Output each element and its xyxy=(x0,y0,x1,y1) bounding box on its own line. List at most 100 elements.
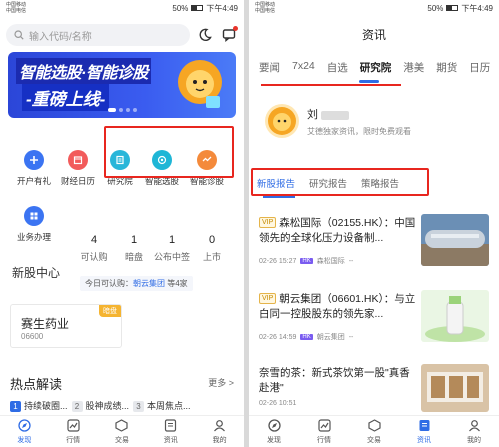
tab-watchlist[interactable]: 自选 xyxy=(321,60,354,75)
news-meta: 02-26 15:27 HK 森松国际 -- xyxy=(259,256,353,266)
carrier-label: 中国电信 xyxy=(6,8,27,14)
lion-avatar-icon xyxy=(268,107,296,135)
news-date: 02-26 15:27 xyxy=(259,257,297,265)
market-badge: HK xyxy=(300,258,313,264)
quotes-icon xyxy=(66,419,80,433)
battery-icon xyxy=(446,5,459,11)
ipo-center[interactable]: 新股中心 4 可认购 1 暗盘 1 公布中签 0 上市 今日可认购：朝云集团 等… xyxy=(0,228,244,300)
news-date: 02-26 14:59 xyxy=(259,333,297,341)
tab-calendar[interactable]: 日历 xyxy=(463,60,496,75)
today-link[interactable]: 朝云集团 xyxy=(133,279,165,288)
related-stock[interactable]: 森松国际 xyxy=(317,256,345,266)
category-tabs: 要闻 7x24 自选 研究院 港美 期货 日历 xyxy=(253,60,499,75)
ipo-stat-grey-market[interactable]: 1 暗盘 xyxy=(114,234,154,263)
status-bar: 中国移动 中国电信 50% 下午4:49 xyxy=(249,0,499,16)
bottom-tab-bar: 发现 行情 交易 资讯 我的 xyxy=(0,415,244,447)
lion-mascot-icon xyxy=(178,60,222,108)
tab-headlines[interactable]: 要闻 xyxy=(253,60,286,75)
tab-profile[interactable]: 我的 xyxy=(195,416,244,447)
search-placeholder: 输入代码/名称 xyxy=(29,31,92,43)
theme-toggle-button[interactable] xyxy=(196,26,214,44)
tab-quotes[interactable]: 行情 xyxy=(49,416,98,447)
stat-value: 1 xyxy=(130,234,138,246)
trade-icon xyxy=(367,419,381,433)
stat-label: 公布中签 xyxy=(153,252,190,262)
discover-icon xyxy=(17,419,31,433)
banner-pager xyxy=(108,108,137,112)
stock-card[interactable]: 赛生药业 06600 暗盘 xyxy=(10,304,122,348)
grid-item-label: 财经日历 xyxy=(60,176,95,186)
pager-dot xyxy=(126,108,130,112)
grid-item-finance-calendar[interactable]: 财经日历 xyxy=(54,150,102,187)
news-meta: 02-26 10:51 xyxy=(259,400,296,407)
tab-trade[interactable]: 交易 xyxy=(98,416,147,447)
tab-hk-us[interactable]: 港美 xyxy=(397,60,430,75)
battery-percent: 50% xyxy=(427,3,444,13)
tab-trade[interactable]: 交易 xyxy=(349,416,399,447)
stat-label: 暗盘 xyxy=(124,252,143,262)
hot-topic-text: 股神成绩... xyxy=(85,401,130,411)
news-headline: VIP 朝云集团（06601.HK）：与立白同一控股股东的领先家... xyxy=(259,292,417,322)
ipo-today-notice[interactable]: 今日可认购：朝云集团 等4家 xyxy=(80,276,193,291)
news-item[interactable]: VIP 森松国际（02155.HK）：中国领先的全球化压力设备制... 02-26… xyxy=(249,214,499,284)
ipo-stat-listing[interactable]: 0 上市 xyxy=(192,234,232,263)
banner-subheadline: -重磅上线- xyxy=(22,84,110,111)
tab-discover[interactable]: 发现 xyxy=(249,416,299,447)
headline-text: 奈雪的茶：新式茶饮第一股"真香赴港" xyxy=(259,367,410,394)
related-stock[interactable]: 朝云集团 xyxy=(317,332,345,342)
market-badge: HK xyxy=(300,334,313,340)
tab-label: 交易 xyxy=(114,436,129,444)
news-date: 02-26 10:51 xyxy=(259,400,297,407)
messages-button[interactable] xyxy=(220,26,238,44)
hot-topic-item[interactable]: 1 持续破圈... xyxy=(10,399,68,412)
hot-topics-title: 热点解读 xyxy=(10,377,63,392)
search-row: 输入代码/名称 xyxy=(6,24,238,46)
tab-news[interactable]: 资讯 xyxy=(146,416,195,447)
author-card[interactable]: 刘 艾德独家资讯，限时免费观看 xyxy=(257,98,491,162)
stat-label: 可认购 xyxy=(80,252,108,262)
highlight-box xyxy=(104,126,234,178)
headline-text: 朝云集团（06601.HK）：与立白同一控股股东的领先家... xyxy=(259,293,416,320)
stat-value: 1 xyxy=(168,234,176,246)
author-name-text: 刘 xyxy=(307,109,318,121)
clock: 下午4:49 xyxy=(461,3,493,13)
tab-label: 行情 xyxy=(66,436,81,444)
tab-discover[interactable]: 发现 xyxy=(0,416,49,447)
more-link[interactable]: 更多 > xyxy=(208,376,234,389)
tab-research[interactable]: 研究院 xyxy=(354,60,398,75)
profile-icon xyxy=(467,419,481,433)
hot-topic-item[interactable]: 3 本周焦点... xyxy=(133,399,191,412)
tab-profile[interactable]: 我的 xyxy=(449,416,499,447)
stat-value: 4 xyxy=(90,234,98,246)
promo-banner[interactable]: 智能选股·智能诊股 -重磅上线- xyxy=(8,52,236,118)
tab-quotes[interactable]: 行情 xyxy=(299,416,349,447)
tab-news[interactable]: 资讯 xyxy=(399,416,449,447)
banner-headline: 智能选股·智能诊股 xyxy=(16,58,151,84)
news-thumbnail xyxy=(421,364,489,412)
news-icon xyxy=(164,419,178,433)
status-bar: 中国移动 中国电信 50% 下午4:49 xyxy=(0,0,244,16)
rank-badge: 2 xyxy=(71,401,83,412)
ipo-stat-allotment[interactable]: 1 公布中签 xyxy=(152,234,192,263)
search-input[interactable]: 输入代码/名称 xyxy=(6,24,190,46)
tab-futures[interactable]: 期货 xyxy=(430,60,463,75)
tab-7x24[interactable]: 7x24 xyxy=(286,60,321,75)
clock: 下午4:49 xyxy=(206,3,238,13)
stock-code: 06600 xyxy=(21,332,44,341)
tab-label: 发现 xyxy=(17,436,32,444)
grid-item-open-account[interactable]: 开户有礼 xyxy=(10,150,58,187)
news-meta: 02-26 14:59 HK 朝云集团 -- xyxy=(259,332,353,342)
news-icon xyxy=(417,419,431,433)
hot-topics-list: 1 持续破圈... 2 股神成绩... 3 本周焦点... xyxy=(0,399,244,412)
plus-icon xyxy=(24,150,44,170)
redacted-name xyxy=(321,110,349,120)
ipo-stat-subscribable[interactable]: 4 可认购 xyxy=(74,234,114,263)
hot-topic-item[interactable]: 2 股神成绩... xyxy=(71,399,130,412)
hot-topic-text: 本周焦点... xyxy=(147,401,191,411)
ipo-center-title: 新股中心 xyxy=(12,266,61,280)
news-item[interactable]: VIP 朝云集团（06601.HK）：与立白同一控股股东的领先家... 02-26… xyxy=(249,290,499,360)
quotes-icon xyxy=(317,419,331,433)
author-description: 艾德独家资讯，限时免费观看 xyxy=(307,127,411,136)
today-prefix: 今日可认购： xyxy=(85,279,133,288)
pager-dot xyxy=(119,108,123,112)
